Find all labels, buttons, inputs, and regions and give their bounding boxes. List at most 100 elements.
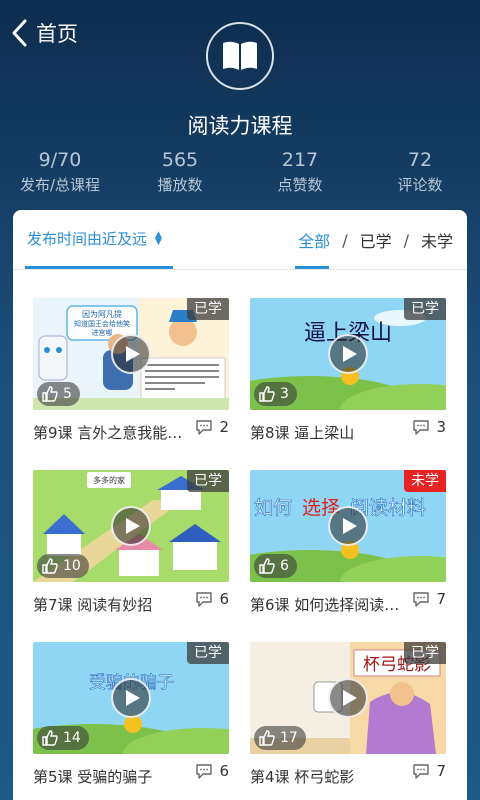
tab-unlearned[interactable]: 未学 — [421, 228, 453, 252]
comment-icon — [413, 592, 430, 607]
status-badge: 已学 — [187, 470, 229, 492]
lesson-card[interactable]: 逼上梁山 已学 3 第8课 逼上梁山 3 — [250, 298, 446, 448]
tab-separator: / — [403, 230, 409, 250]
thumbs-up-icon — [259, 386, 275, 402]
lesson-card[interactable]: 如何 选择 阅读材料 未学 6 第6课 如何选择阅读… 7 — [250, 470, 446, 620]
play-icon — [125, 518, 140, 534]
lesson-panel: 发布时间由近及远 ▲ ▼ 全部 / 已学 / 未学 因为阿凡提 知道国王会给他笑… — [13, 210, 467, 800]
comment-icon — [196, 420, 213, 435]
stat-value: 72 — [407, 149, 433, 171]
lesson-title[interactable]: 第6课 如何选择阅读… — [250, 594, 410, 615]
like-count: 5 — [63, 386, 72, 402]
lesson-title[interactable]: 第8课 逼上梁山 — [250, 422, 410, 443]
play-button[interactable] — [111, 678, 151, 718]
play-icon — [342, 690, 357, 706]
sort-arrows-icon: ▲ ▼ — [155, 229, 162, 247]
course-title: 阅读力课程 — [187, 114, 293, 138]
comment-button[interactable]: 2 — [195, 418, 229, 436]
svg-text:进宫哪: 进宫哪 — [92, 328, 113, 337]
like-button[interactable]: 10 — [37, 554, 89, 578]
stat-plays: 565 播放数 — [120, 148, 240, 198]
lesson-title[interactable]: 第9课 言外之意我能… — [33, 422, 193, 443]
play-button[interactable] — [111, 506, 151, 546]
thumbs-up-icon — [42, 730, 58, 746]
lesson-thumbnail[interactable]: 多多的家 已学 10 — [33, 470, 229, 582]
like-button[interactable]: 5 — [37, 382, 80, 406]
stat-label: 评论数 — [397, 176, 443, 194]
thumbs-up-icon — [42, 386, 58, 402]
stat-likes: 217 点赞数 — [240, 148, 360, 198]
comment-icon — [413, 420, 430, 435]
comment-count: 3 — [436, 418, 446, 436]
status-badge: 已学 — [404, 642, 446, 664]
comment-count: 6 — [219, 590, 229, 608]
like-button[interactable]: 17 — [254, 726, 306, 750]
thumbs-up-icon — [259, 558, 275, 574]
comment-button[interactable]: 6 — [195, 590, 229, 608]
sort-underline — [25, 266, 173, 269]
lesson-card[interactable]: 杯弓蛇影 已学 17 第4课 杯弓蛇影 7 — [250, 642, 446, 792]
status-badge: 已学 — [187, 298, 229, 320]
lesson-title[interactable]: 第4课 杯弓蛇影 — [250, 766, 410, 787]
filter-bar: 发布时间由近及远 ▲ ▼ 全部 / 已学 / 未学 — [13, 210, 467, 270]
status-badge: 已学 — [404, 298, 446, 320]
stat-value: 217 — [281, 149, 319, 171]
like-count: 10 — [63, 558, 81, 574]
back-label: 首页 — [36, 22, 78, 46]
play-button[interactable] — [328, 334, 368, 374]
play-icon — [125, 346, 140, 362]
like-button[interactable]: 14 — [37, 726, 89, 750]
comment-icon — [196, 592, 213, 607]
comment-button[interactable]: 3 — [412, 418, 446, 436]
stat-label: 点赞数 — [277, 176, 323, 194]
stat-label: 发布/总课程 — [19, 176, 101, 194]
lesson-thumbnail[interactable]: 因为阿凡提 知道国王会给他笑 进宫哪 已学 5 — [33, 298, 229, 410]
thumbs-up-icon — [42, 558, 58, 574]
comment-button[interactable]: 7 — [412, 590, 446, 608]
play-icon — [342, 518, 357, 534]
lesson-thumbnail[interactable]: 杯弓蛇影 已学 17 — [250, 642, 446, 754]
like-button[interactable]: 3 — [254, 382, 297, 406]
book-icon — [206, 22, 274, 90]
thumbs-up-icon — [259, 730, 275, 746]
svg-text:如何: 如何 — [254, 497, 292, 519]
like-count: 14 — [63, 730, 81, 746]
like-count: 17 — [280, 730, 298, 746]
status-tabs: 全部 / 已学 / 未学 — [298, 228, 453, 252]
lesson-title[interactable]: 第7课 阅读有妙招 — [33, 594, 193, 615]
lesson-title[interactable]: 第5课 受骗的骗子 — [33, 766, 193, 787]
stat-value: 565 — [161, 149, 199, 171]
stat-label: 播放数 — [157, 176, 203, 194]
play-button[interactable] — [111, 334, 151, 374]
status-badge: 未学 — [404, 470, 446, 492]
tab-all[interactable]: 全部 — [298, 228, 330, 252]
status-badge: 已学 — [187, 642, 229, 664]
comment-count: 7 — [436, 762, 446, 780]
lesson-thumbnail[interactable]: 受骗的骗子 已学 14 — [33, 642, 229, 754]
lesson-card[interactable]: 受骗的骗子 已学 14 第5课 受骗的骗子 6 — [33, 642, 229, 792]
lesson-thumbnail[interactable]: 逼上梁山 已学 3 — [250, 298, 446, 410]
comment-button[interactable]: 7 — [412, 762, 446, 780]
comment-count: 7 — [436, 590, 446, 608]
sort-label: 发布时间由近及远 — [27, 230, 148, 248]
like-button[interactable]: 6 — [254, 554, 297, 578]
tab-separator: / — [342, 230, 348, 250]
comment-button[interactable]: 6 — [195, 762, 229, 780]
like-count: 6 — [280, 558, 289, 574]
comment-count: 2 — [219, 418, 229, 436]
comment-icon — [413, 764, 430, 779]
lesson-card[interactable]: 因为阿凡提 知道国王会给他笑 进宫哪 已学 5 第9课 言外之意我能… 2 — [33, 298, 229, 448]
svg-text:因为阿凡提: 因为阿凡提 — [82, 309, 122, 319]
back-button[interactable]: 首页 — [10, 18, 78, 48]
comment-icon — [196, 764, 213, 779]
play-icon — [342, 346, 357, 362]
stat-published: 9/70 发布/总课程 — [0, 148, 120, 198]
sort-dropdown[interactable]: 发布时间由近及远 ▲ ▼ — [27, 228, 162, 249]
tab-learned[interactable]: 已学 — [360, 228, 392, 252]
comment-count: 6 — [219, 762, 229, 780]
top-bar: 首页 — [0, 0, 480, 90]
lesson-thumbnail[interactable]: 如何 选择 阅读材料 未学 6 — [250, 470, 446, 582]
lesson-card[interactable]: 多多的家 已学 10 第7课 阅读有妙招 6 — [33, 470, 229, 620]
play-button[interactable] — [328, 506, 368, 546]
play-button[interactable] — [328, 678, 368, 718]
